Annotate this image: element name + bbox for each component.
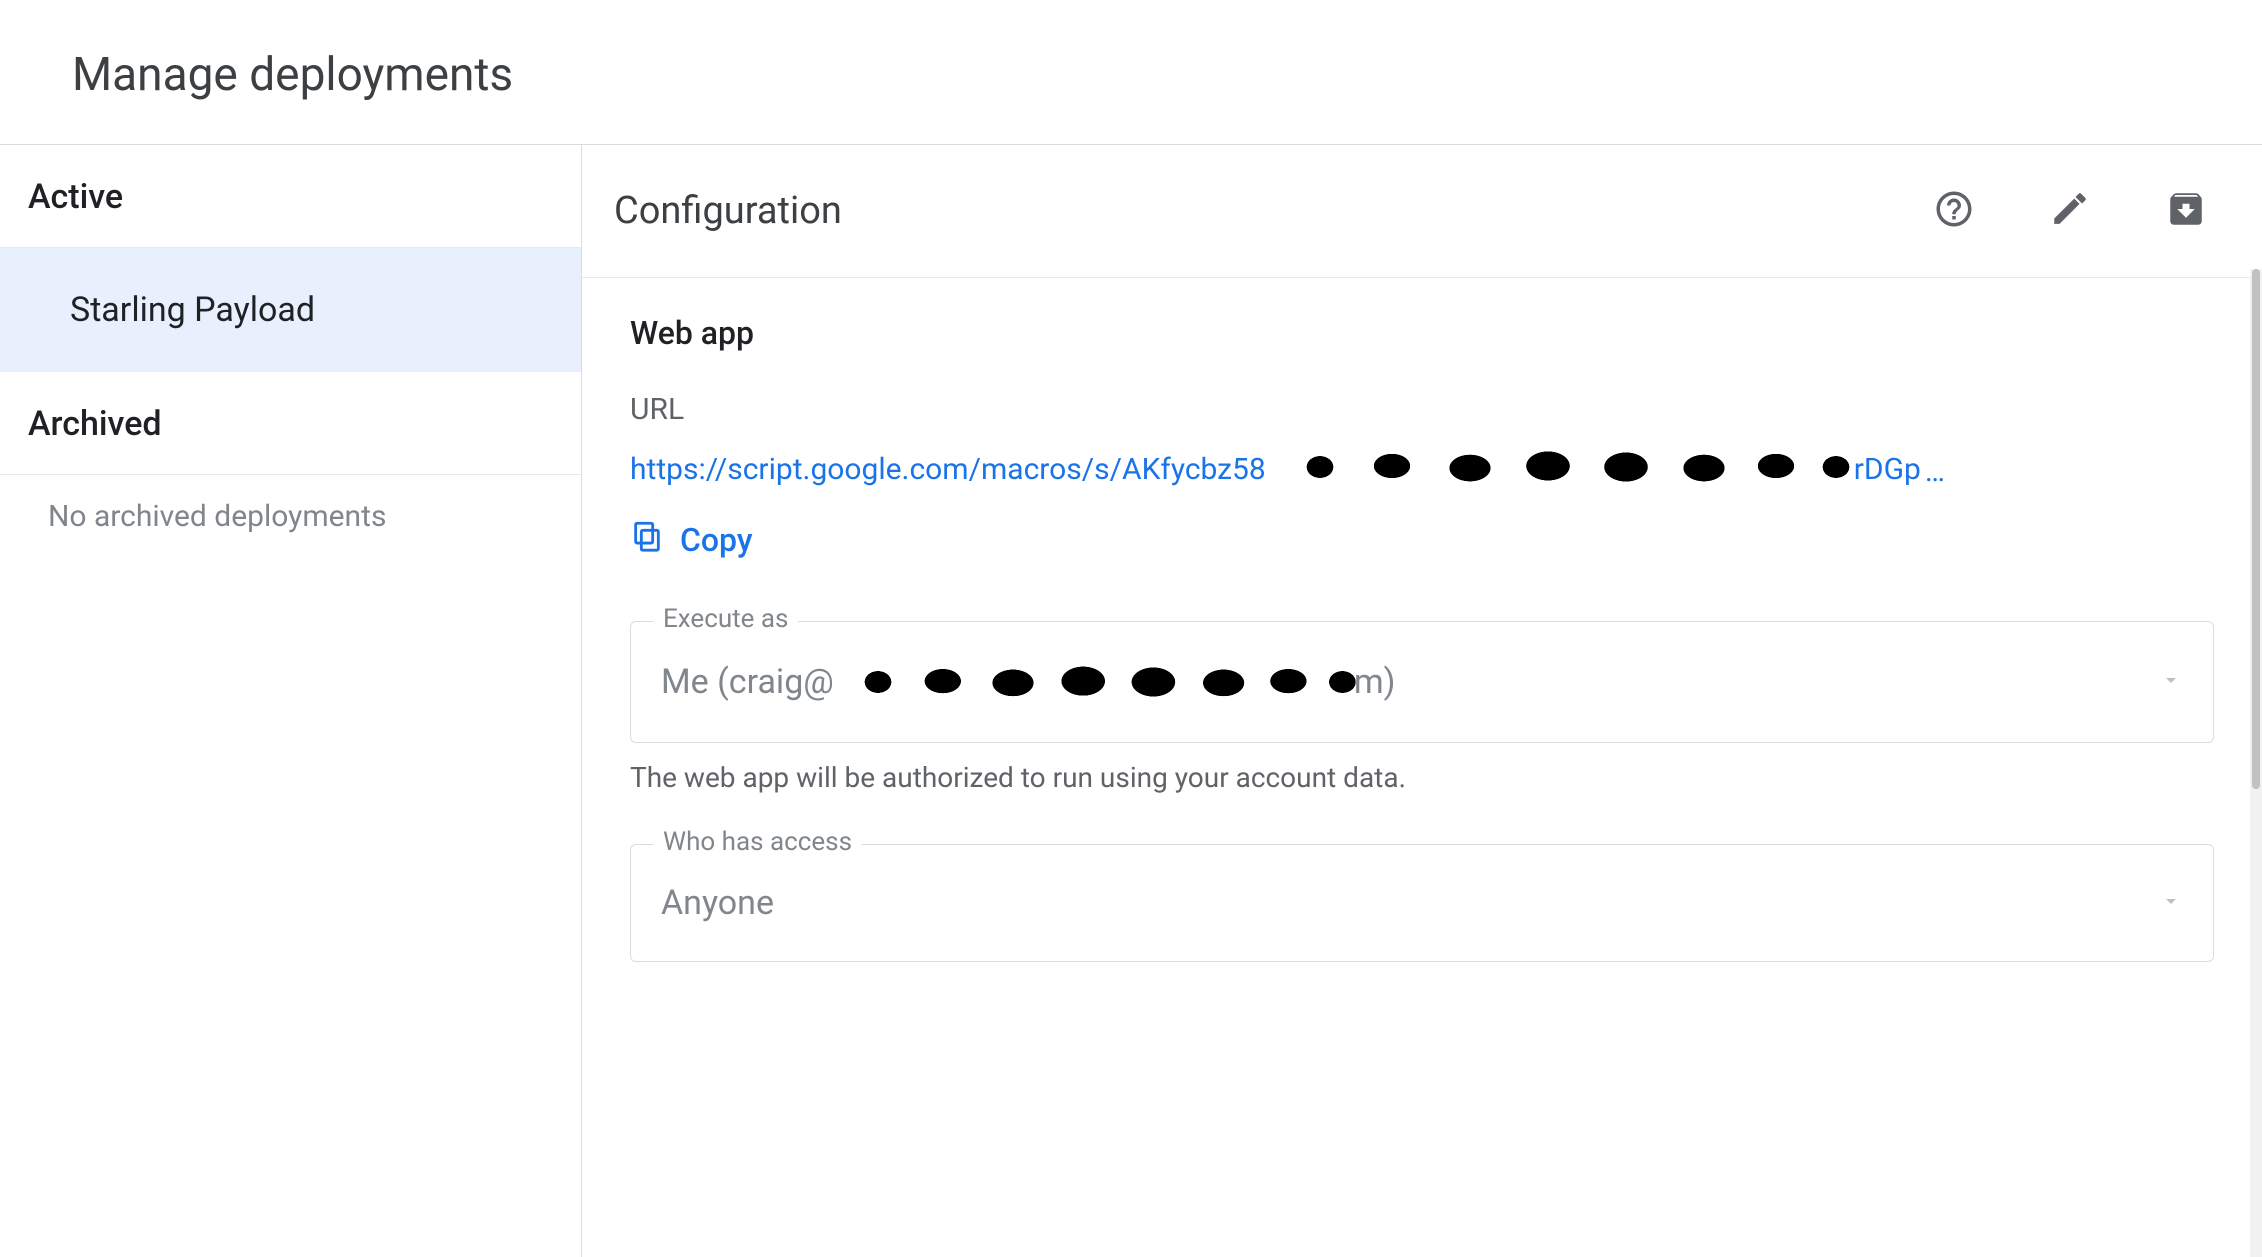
copy-url-button[interactable]: Copy [630,519,753,561]
execute-as-helper: The web app will be authorized to run us… [630,761,2214,794]
archived-empty-text: No archived deployments [0,475,581,558]
main-panel: Configuration [582,145,2262,1257]
url-suffix: rDGp [1854,452,1921,487]
help-button[interactable] [1918,175,1990,247]
execute-as-value: Me (craig@ m) [661,660,2159,704]
configuration-title: Configuration [614,189,1874,233]
copy-label: Copy [680,521,753,559]
manage-deployments-dialog: Manage deployments Active Starling Paylo… [0,0,2262,1257]
chevron-down-icon [2159,889,2183,917]
copy-icon [630,519,664,561]
url-label: URL [630,392,2214,427]
execute-as-select[interactable]: Execute as Me (craig@ m) [630,621,2214,743]
sidebar-item-label: Starling Payload [70,290,315,330]
web-app-heading: Web app [630,314,2214,352]
sidebar-item-starling-payload[interactable]: Starling Payload [0,248,581,372]
sidebar-section-active: Active [0,145,581,248]
edit-button[interactable] [2034,175,2106,247]
who-has-access-select[interactable]: Who has access Anyone [630,844,2214,962]
sidebar-section-archived: Archived [0,372,581,475]
execute-as-prefix: Me (craig@ [661,662,834,702]
url-redaction [1260,445,1860,493]
archive-icon [2165,188,2207,234]
chevron-down-icon [2159,668,2183,696]
sidebar: Active Starling Payload Archived No arch… [0,145,582,1257]
main-content: Web app URL https://script.google.com/ma… [582,278,2262,1257]
who-has-access-label: Who has access [653,827,862,857]
execute-as-label: Execute as [653,604,798,634]
execute-as-redaction [824,660,1364,704]
dialog-body: Active Starling Payload Archived No arch… [0,145,2262,1257]
who-has-access-value: Anyone [661,883,2159,923]
url-prefix: https://script.google.com/macros/s/AKfyc… [630,452,1266,487]
deployment-url-link[interactable]: https://script.google.com/macros/s/AKfyc… [630,445,1921,497]
pencil-icon [2049,188,2091,234]
main-header: Configuration [582,145,2262,278]
archive-button[interactable] [2150,175,2222,247]
help-circle-icon [1933,188,1975,234]
url-row: https://script.google.com/macros/s/AKfyc… [630,445,2214,497]
dialog-title: Manage deployments [0,0,2262,145]
url-ellipsis: … [1925,454,1945,489]
